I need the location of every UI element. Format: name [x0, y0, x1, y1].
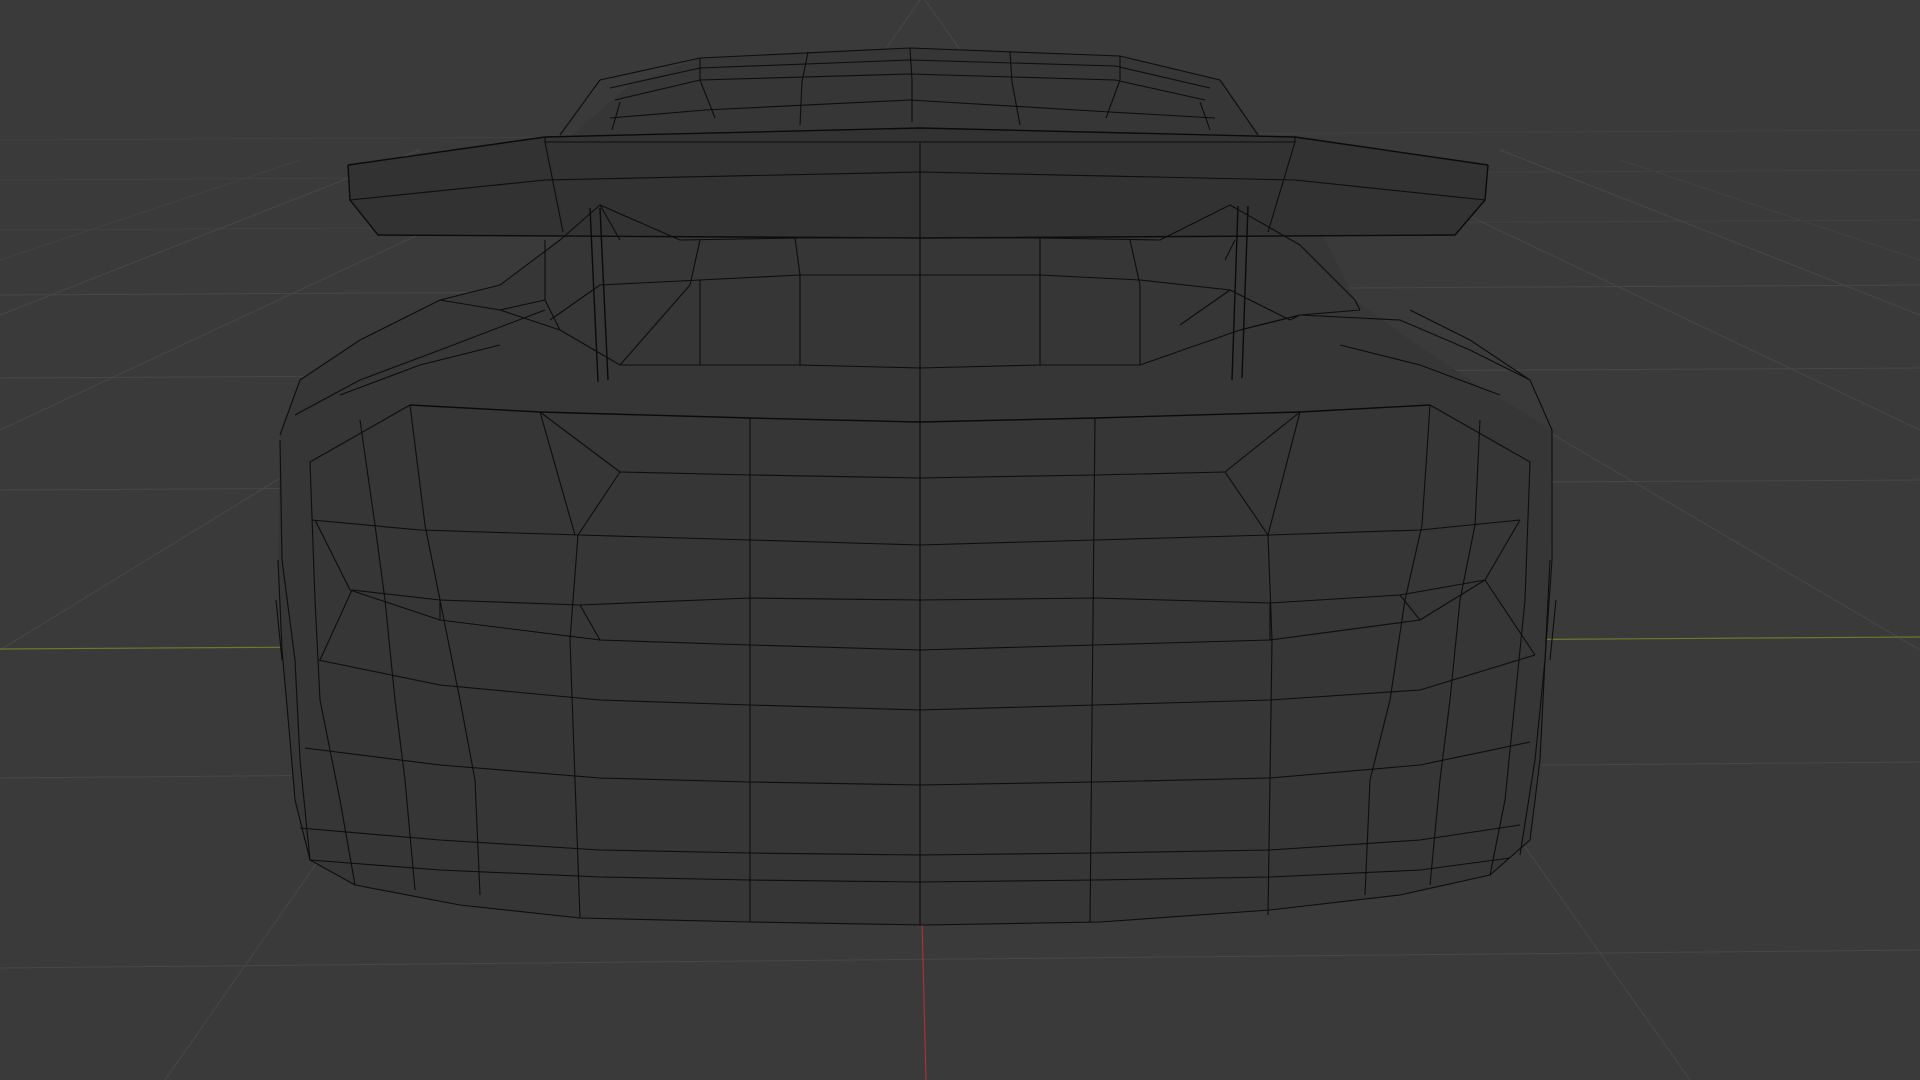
viewport-canvas[interactable] [0, 0, 1920, 1080]
3d-viewport[interactable] [0, 0, 1920, 1080]
y-axis-line [921, 919, 927, 1080]
car-mesh-wireframe[interactable] [275, 47, 1557, 926]
